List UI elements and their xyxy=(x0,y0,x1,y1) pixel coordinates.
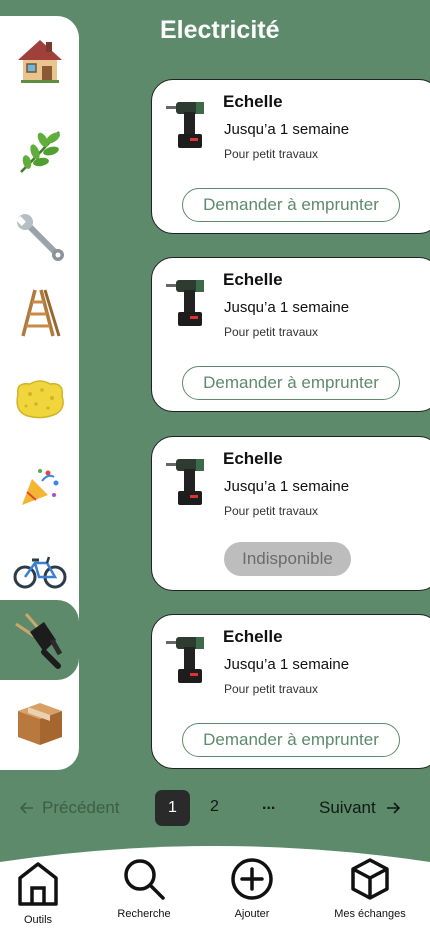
page-title: Electricité xyxy=(160,16,280,44)
drill-icon xyxy=(166,102,204,148)
item-duration: Jusqu’a 1 semaine xyxy=(224,121,350,138)
item-card[interactable]: Echelle Jusqu’a 1 semaine Pour petit tra… xyxy=(151,436,430,591)
item-card[interactable]: Echelle Jusqu’a 1 semaine Pour petit tra… xyxy=(151,257,430,412)
ladder-icon xyxy=(20,289,60,337)
nav-label: Ajouter xyxy=(234,908,270,920)
previous-page-button[interactable]: Précédent xyxy=(20,798,120,818)
cube-icon xyxy=(351,858,389,900)
previous-label: Précédent xyxy=(42,798,120,817)
pagination-ellipsis: ... xyxy=(262,796,276,813)
bicycle-icon xyxy=(13,556,66,589)
page-2-button[interactable]: 2 xyxy=(210,798,219,816)
plus-circle-icon xyxy=(231,858,273,900)
item-description: Pour petit travaux xyxy=(224,325,319,339)
item-name: Echelle xyxy=(223,92,283,111)
drill-icon xyxy=(166,459,204,505)
category-sidebar xyxy=(0,16,79,770)
nav-label: Recherche xyxy=(117,908,171,920)
item-duration: Jusqu’a 1 semaine xyxy=(224,478,350,495)
item-name: Echelle xyxy=(223,627,283,646)
category-house[interactable] xyxy=(0,24,79,98)
item-description: Pour petit travaux xyxy=(224,147,319,161)
nav-search[interactable]: Recherche xyxy=(94,856,194,920)
category-party[interactable] xyxy=(0,450,79,524)
house-icon xyxy=(17,40,62,83)
item-name: Echelle xyxy=(223,270,283,289)
nav-label: Outils xyxy=(23,914,53,926)
box-icon xyxy=(17,703,62,745)
sponge-icon xyxy=(15,380,64,419)
page-1-button[interactable]: 1 xyxy=(155,790,190,826)
borrow-button[interactable]: Demander à emprunter xyxy=(182,723,400,757)
borrow-button[interactable]: Demander à emprunter xyxy=(182,366,400,400)
plug-icon xyxy=(14,613,62,669)
category-bike[interactable] xyxy=(0,534,79,608)
party-popper-icon xyxy=(21,469,58,505)
category-garden[interactable] xyxy=(0,114,79,188)
arrow-left-icon xyxy=(20,802,33,814)
nav-exchanges[interactable]: Mes échanges xyxy=(320,856,420,920)
nav-label: Mes échanges xyxy=(334,908,406,920)
item-duration: Jusqu’a 1 semaine xyxy=(224,299,350,316)
category-tools[interactable] xyxy=(0,200,79,274)
item-duration: Jusqu’a 1 semaine xyxy=(224,656,350,673)
pagination: Précédent 1 2 ... Suivant xyxy=(0,790,430,826)
unavailable-badge: Indisponible xyxy=(224,542,351,576)
drill-icon xyxy=(166,280,204,326)
arrow-right-icon xyxy=(386,802,400,814)
borrow-button[interactable]: Demander à emprunter xyxy=(182,188,400,222)
item-description: Pour petit travaux xyxy=(224,504,319,518)
wrench-icon xyxy=(15,214,64,261)
bottom-navigation: Outils Recherche Ajouter Mes échanges xyxy=(0,844,430,932)
search-icon xyxy=(124,859,165,900)
category-ladders[interactable] xyxy=(0,276,79,350)
drill-icon xyxy=(166,637,204,683)
nav-add[interactable]: Ajouter xyxy=(202,856,302,920)
item-card[interactable]: Echelle Jusqu’a 1 semaine Pour petit tra… xyxy=(151,614,430,769)
leaf-icon xyxy=(19,131,60,173)
next-page-button[interactable]: Suivant xyxy=(319,798,400,818)
nav-tools[interactable]: Outils xyxy=(0,858,88,926)
category-cleaning[interactable] xyxy=(0,362,79,436)
item-card[interactable]: Echelle Jusqu’a 1 semaine Pour petit tra… xyxy=(151,79,430,234)
home-icon xyxy=(18,862,58,906)
category-misc[interactable] xyxy=(0,686,79,760)
item-name: Echelle xyxy=(223,449,283,468)
next-label: Suivant xyxy=(319,798,376,817)
item-description: Pour petit travaux xyxy=(224,682,319,696)
category-electricity[interactable] xyxy=(0,600,79,680)
